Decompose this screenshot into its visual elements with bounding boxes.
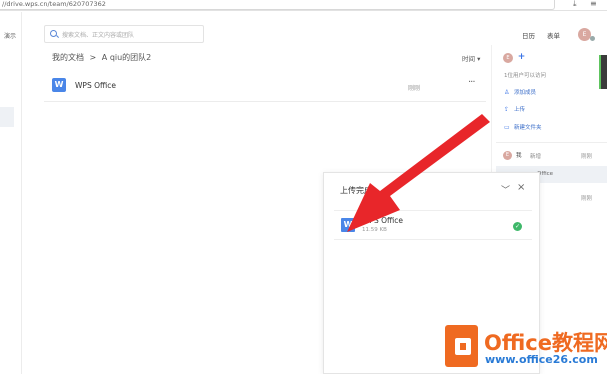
upload-icon: ⇪: [504, 106, 510, 113]
download-icon[interactable]: ⤓: [573, 0, 577, 9]
right-panel-separator: [496, 142, 607, 143]
search-icon: [50, 30, 57, 37]
activity-user: 我: [516, 153, 522, 159]
activity-operation: 新增: [530, 154, 542, 160]
calendar-link[interactable]: 日历: [522, 30, 535, 40]
breadcrumb: 我的文档 > A qiu的团队2: [52, 52, 154, 63]
activity-time: 刚刚: [581, 154, 593, 160]
address-bar[interactable]: //drive.wps.cn/team/620707362: [0, 0, 555, 10]
member-avatar: E: [503, 53, 513, 63]
forms-link[interactable]: 表单: [547, 30, 560, 40]
url-text[interactable]: //drive.wps.cn/team/620707362: [2, 0, 106, 8]
more-options-icon[interactable]: ···: [468, 77, 475, 88]
settings-gear-icon[interactable]: [590, 36, 595, 41]
side-tab-handle[interactable]: [599, 55, 607, 89]
avatar[interactable]: E: [578, 28, 591, 41]
add-member-button[interactable]: ♙ 添加成员: [504, 88, 536, 96]
breadcrumb-current: A qiu的团队2: [101, 53, 152, 62]
add-member-plus-icon[interactable]: +: [517, 53, 526, 62]
breadcrumb-separator: >: [89, 53, 97, 62]
upload-button[interactable]: ⇪ 上传: [504, 105, 525, 113]
sidebar-item-presentation[interactable]: 演示: [4, 31, 16, 40]
file-modified-time: 刚刚: [408, 85, 421, 92]
file-name[interactable]: WPS Office: [75, 81, 116, 90]
new-folder-button[interactable]: ▭ 新建文件夹: [504, 123, 542, 131]
hamburger-menu-icon[interactable]: ≡: [590, 0, 597, 9]
address-bar-area: //drive.wps.cn/team/620707362 ⤓ ≡: [0, 0, 607, 11]
office-logo-icon: [445, 325, 478, 367]
uploaded-file-size: 11.59 KB: [362, 227, 387, 233]
watermark-url: www.office26.com: [485, 353, 598, 366]
sort-label: 时间: [462, 55, 475, 63]
uploaded-file-name: WPS Office: [362, 216, 403, 225]
new-folder-icon: ▭: [504, 124, 510, 131]
upload-panel-title: 上传完成: [340, 186, 372, 195]
watermark: Office教程网 www.office26.com: [445, 325, 607, 370]
check-success-icon: ✓: [513, 222, 522, 231]
search-placeholder: 搜索文档、正文内容或团队: [62, 32, 135, 39]
activity-avatar: E: [503, 151, 512, 160]
close-icon[interactable]: ×: [517, 182, 525, 193]
breadcrumb-root[interactable]: 我的文档: [52, 53, 84, 62]
upload-label: 上传: [514, 107, 526, 113]
add-member-label: 添加成员: [514, 90, 537, 96]
uploaded-file-row[interactable]: W WPS Office 11.59 KB ✓: [334, 210, 532, 240]
sort-dropdown[interactable]: 时间 ▾: [462, 53, 480, 63]
wps-writer-file-icon: W: [52, 78, 66, 92]
logo-inner-cut: [460, 343, 466, 350]
activity-time-2: 刚刚: [581, 196, 593, 202]
new-folder-label: 新建文件夹: [514, 125, 542, 131]
members-count: 1位用户可以访问: [504, 73, 546, 79]
left-sidebar: 演示: [0, 12, 22, 374]
search-input[interactable]: 搜索文档、正文内容或团队: [44, 25, 204, 43]
wps-writer-file-icon: W: [341, 218, 355, 232]
file-row[interactable]: W WPS Office 刚刚 ···: [44, 72, 486, 102]
minimize-chevron-icon[interactable]: ﹀: [501, 183, 510, 196]
sidebar-active-item[interactable]: [0, 107, 14, 127]
chevron-down-icon: ▾: [477, 55, 481, 63]
person-add-icon: ♙: [504, 89, 510, 96]
